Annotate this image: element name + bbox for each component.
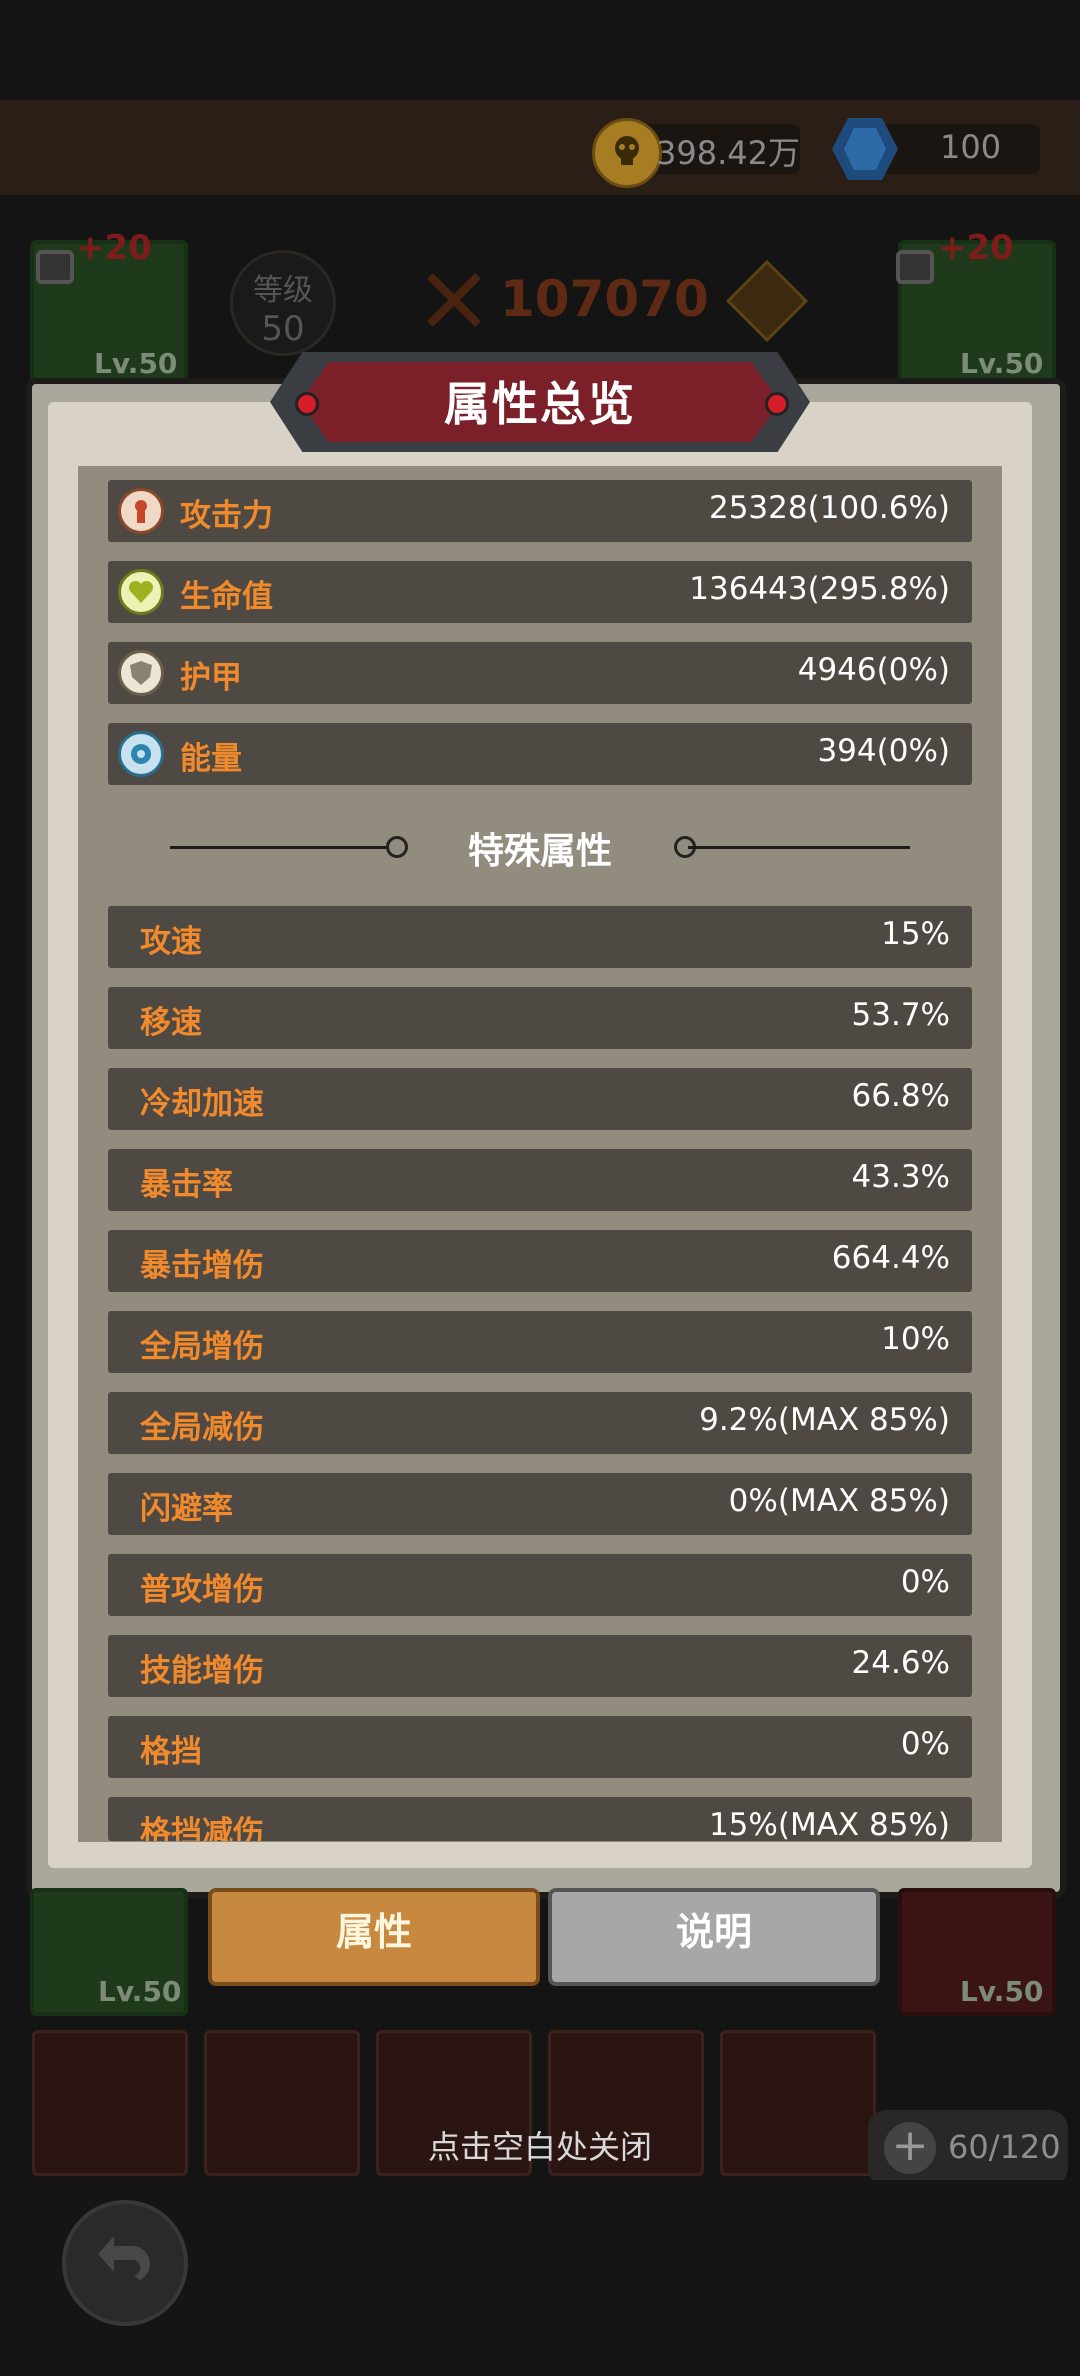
stat-label: 攻速 (140, 924, 202, 960)
slot-bonus: +20 (76, 228, 152, 268)
special-row: 格挡 0% (108, 1716, 972, 1778)
stat-value: 136443(295.8%) (689, 571, 950, 607)
equip-slot-weapon[interactable]: Lv.50 (898, 1888, 1056, 2016)
stat-label: 能量 (180, 741, 242, 777)
stat-label: 移速 (140, 1005, 202, 1041)
stat-value: 25328(100.6%) (708, 490, 950, 526)
stat-label: 闪避率 (140, 1491, 233, 1527)
gold-amount: 398.42万 (656, 134, 800, 172)
stat-row-energy: 能量 394(0%) (108, 723, 972, 785)
gem-icon (830, 116, 900, 182)
stat-label: 护甲 (180, 660, 242, 696)
stat-label: 普攻增伤 (140, 1572, 264, 1608)
stat-value: 66.8% (851, 1078, 950, 1114)
stat-value: 10% (881, 1321, 950, 1357)
special-row: 闪避率 0%(MAX 85%) (108, 1473, 972, 1535)
stat-label: 暴击增伤 (140, 1248, 264, 1284)
add-icon: + (884, 2122, 936, 2174)
stat-label: 生命值 (180, 579, 273, 615)
slot-level: Lv.50 (98, 1975, 182, 2008)
stat-value: 664.4% (831, 1240, 950, 1276)
shield-icon (118, 650, 164, 696)
inventory-capacity[interactable]: + 60/120 (868, 2110, 1068, 2186)
stat-label: 全局减伤 (140, 1410, 264, 1446)
stat-value: 24.6% (851, 1645, 950, 1681)
energy-icon (118, 731, 164, 777)
crossed-swords-icon (424, 270, 484, 334)
special-row: 全局增伤 10% (108, 1311, 972, 1373)
lock-icon (36, 250, 74, 284)
slot-level: Lv.50 (960, 1975, 1044, 2008)
stat-value: 53.7% (851, 997, 950, 1033)
stat-value: 0% (900, 1726, 950, 1762)
stat-value: 4946(0%) (797, 652, 950, 688)
stat-value: 43.3% (851, 1159, 950, 1195)
info-diamond-icon[interactable] (725, 259, 809, 343)
special-row: 技能增伤 24.6% (108, 1635, 972, 1697)
attack-icon (118, 488, 164, 534)
heart-icon (118, 569, 164, 615)
stat-value: 0%(MAX 85%) (728, 1483, 950, 1519)
stat-label: 格挡减伤 (140, 1815, 264, 1841)
inventory-slot[interactable] (32, 2030, 188, 2176)
player-level: 等级 50 (230, 250, 336, 356)
stat-label: 暴击率 (140, 1167, 233, 1203)
special-row: 暴击增伤 664.4% (108, 1230, 972, 1292)
stat-row-armor: 护甲 4946(0%) (108, 642, 972, 704)
divider-right (688, 846, 910, 849)
special-row: 暴击率 43.3% (108, 1149, 972, 1211)
stat-value: 0% (900, 1564, 950, 1600)
stat-value: 15% (881, 916, 950, 952)
stat-value: 394(0%) (817, 733, 950, 769)
slot-level: Lv.50 (960, 347, 1044, 380)
stat-row-attack: 攻击力 25328(100.6%) (108, 480, 972, 542)
panel-title: 属性总览 (444, 377, 636, 431)
stat-label: 攻击力 (180, 498, 273, 534)
special-row: 冷却加速 66.8% (108, 1068, 972, 1130)
divider-left (170, 846, 392, 849)
slot-level: Lv.50 (94, 347, 178, 380)
stat-label: 冷却加速 (140, 1086, 264, 1122)
special-row: 移速 53.7% (108, 987, 972, 1049)
stat-row-health: 生命值 136443(295.8%) (108, 561, 972, 623)
inventory-slot[interactable] (204, 2030, 360, 2176)
stat-label: 全局增伤 (140, 1329, 264, 1365)
combat-power: 107070 (500, 270, 709, 328)
capacity-text: 60/120 (948, 2128, 1061, 2166)
gem-amount: 100 (940, 128, 1002, 166)
tab-attributes[interactable]: 属性 (208, 1888, 540, 1986)
special-row: 格挡减伤 15%(MAX 85%) (108, 1797, 972, 1841)
level-value: 50 (261, 309, 305, 349)
back-arrow-icon (98, 2236, 150, 2280)
tab-description[interactable]: 说明 (548, 1888, 880, 1986)
stat-label: 格挡 (140, 1734, 202, 1770)
equip-slot-armor[interactable]: Lv.50 (30, 1888, 188, 2016)
slot-bonus: +20 (938, 228, 1014, 268)
special-row: 普攻增伤 0% (108, 1554, 972, 1616)
stat-label: 技能增伤 (140, 1653, 264, 1689)
skull-coin-icon (592, 118, 662, 188)
special-attributes-title: 特殊属性 (467, 831, 612, 872)
inventory-slot[interactable] (720, 2030, 876, 2176)
special-row: 攻速 15% (108, 906, 972, 968)
level-label: 等级 (253, 273, 313, 308)
back-button[interactable] (62, 2200, 188, 2326)
stat-value: 9.2%(MAX 85%) (699, 1402, 950, 1438)
lock-icon (896, 250, 934, 284)
special-row: 全局减伤 9.2%(MAX 85%) (108, 1392, 972, 1454)
close-hint: 点击空白处关闭 (427, 2128, 652, 2166)
stat-value: 15%(MAX 85%) (708, 1807, 950, 1841)
